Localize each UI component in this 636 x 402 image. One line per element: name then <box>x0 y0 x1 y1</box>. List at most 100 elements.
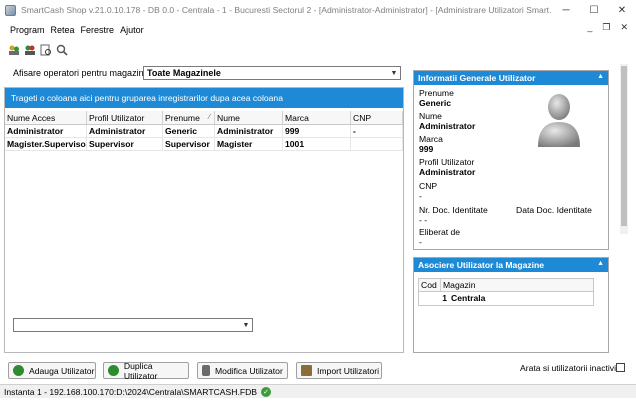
column-header-nume[interactable]: Nume <box>215 111 283 124</box>
table-row[interactable]: Magister.Supervisor Supervisor Superviso… <box>5 138 403 151</box>
search-icon[interactable] <box>56 44 68 56</box>
panel-scrollbar[interactable] <box>620 64 628 234</box>
stores-grid[interactable]: Cod Magazin 1 Centrala <box>418 278 594 306</box>
import-users-button[interactable]: Import Utilizatori <box>296 362 382 379</box>
column-header-prenume-label: Prenume <box>165 113 200 123</box>
stores-panel-header: Asociere Utilizator la Magazine ▲ <box>414 258 608 272</box>
cell-nume: Administrator <box>215 125 283 137</box>
nume-value: Administrator <box>419 121 476 131</box>
edit-user-button[interactable]: Modifica Utilizator <box>197 362 288 379</box>
grid-header: Nume Acces Profil Utilizator Prenume ⁄ Nu… <box>5 111 403 125</box>
mdi-minimize-button[interactable]: _ <box>587 22 592 33</box>
duplicate-icon <box>108 365 119 376</box>
prenume-label: Prenume <box>419 88 454 98</box>
duplicate-user-label: Duplica Utilizator <box>123 360 158 381</box>
users-grid[interactable]: Trageti o coloana aici pentru gruparea i… <box>4 87 404 353</box>
menu-ajutor[interactable]: Ajutor <box>117 25 147 35</box>
import-users-label: Import Utilizatori <box>317 365 380 376</box>
store-filter-value: Toate Magazinele <box>147 68 221 78</box>
nr-doc-label: Nr. Doc. Identitate <box>419 205 488 215</box>
window-title: SmartCash Shop v.21.0.10.178 - DB 0.0 - … <box>21 5 551 15</box>
grid-footer-combo[interactable]: ▼ <box>13 318 253 332</box>
menu-bar: Program Retea Ferestre Ajutor <box>0 21 636 38</box>
eliberat-label: Eliberat de <box>419 227 461 237</box>
minimize-button[interactable]: ─ <box>552 0 580 20</box>
cnp-label: CNP <box>419 181 438 191</box>
show-inactive-checkbox[interactable] <box>616 363 625 372</box>
cell-nume-acces: Magister.Supervisor <box>7 138 87 150</box>
cell-cnp: - <box>351 125 403 137</box>
user-info-panel-title: Informatii Generale Utilizator <box>418 73 536 83</box>
people-icon[interactable] <box>24 44 36 56</box>
cell-cod: 1 <box>442 293 447 303</box>
table-row[interactable]: 1 Centrala <box>419 292 593 305</box>
chevron-down-icon[interactable]: ▼ <box>388 67 400 79</box>
column-header-prenume[interactable]: Prenume ⁄ <box>163 111 215 124</box>
column-header-nume-acces[interactable]: Nume Acces <box>5 111 87 124</box>
toolbar <box>8 42 68 58</box>
status-bar: Instanta 1 - 192.168.100.170:D:\2024\Cen… <box>0 384 636 398</box>
marca-value: 999 <box>419 144 434 154</box>
stores-grid-header: Cod Magazin <box>419 279 593 292</box>
eliberat-value: - <box>419 237 422 247</box>
cell-profil: Supervisor <box>87 138 163 150</box>
import-icon <box>301 365 312 376</box>
collapse-icon[interactable]: ▲ <box>597 260 604 267</box>
cell-marca: 999 <box>283 125 351 137</box>
menu-program[interactable]: Program <box>7 25 48 35</box>
stores-panel-title: Asociere Utilizator la Magazine <box>418 260 545 270</box>
user-info-panel-header: Informatii Generale Utilizator ▲ <box>414 71 608 85</box>
add-user-button[interactable]: Adauga Utilizator <box>8 362 96 379</box>
cell-marca: 1001 <box>283 138 351 150</box>
data-doc-label: Data Doc. Identitate <box>516 205 592 215</box>
column-header-cnp[interactable]: CNP <box>351 111 403 124</box>
edit-icon <box>202 365 210 376</box>
cell-prenume: Generic <box>163 125 215 137</box>
table-row[interactable]: Administrator Administrator Generic Admi… <box>5 125 403 138</box>
user-avatar-icon <box>538 94 580 147</box>
sort-icon: ⁄ <box>208 114 210 121</box>
status-text: Instanta 1 - 192.168.100.170:D:\2024\Cen… <box>4 386 258 397</box>
column-header-marca[interactable]: Marca <box>283 111 351 124</box>
nr-doc-value: - - <box>419 215 428 225</box>
cell-prenume: Supervisor <box>163 138 215 150</box>
check-shield-icon: ✓ <box>261 386 272 397</box>
cell-nume-acces: Administrator <box>5 125 87 137</box>
stores-panel: Asociere Utilizator la Magazine ▲ Cod Ma… <box>413 257 609 353</box>
profil-value: Administrator <box>419 167 476 177</box>
cnp-value: - <box>419 191 422 201</box>
menu-ferestre[interactable]: Ferestre <box>78 25 118 35</box>
cell-cnp <box>351 138 403 150</box>
store-filter-combo[interactable]: Toate Magazinele ▼ <box>143 66 401 80</box>
show-inactive-label: Arata si utilizatorii inactivi <box>520 363 616 373</box>
group-by-bar[interactable]: Trageti o coloana aici pentru gruparea i… <box>5 88 403 108</box>
mdi-restore-button[interactable]: ❐ <box>602 22 610 33</box>
scrollbar-thumb[interactable] <box>621 66 627 226</box>
close-button[interactable]: ✕ <box>608 0 636 20</box>
edit-user-label: Modifica Utilizator <box>215 365 283 376</box>
app-icon <box>5 4 16 16</box>
nume-label: Nume <box>419 111 442 121</box>
cell-nume: Magister <box>215 138 283 150</box>
duplicate-user-button[interactable]: Duplica Utilizator <box>103 360 189 381</box>
column-header-magazin[interactable]: Magazin <box>441 279 593 291</box>
column-header-profil[interactable]: Profil Utilizator <box>87 111 163 124</box>
maximize-button[interactable]: ☐ <box>580 0 608 20</box>
store-filter-label: Afisare operatori pentru magazinul <box>13 68 151 78</box>
add-icon <box>13 365 24 376</box>
collapse-icon[interactable]: ▲ <box>597 73 604 80</box>
profil-label: Profil Utilizator <box>419 157 475 167</box>
marca-label: Marca <box>419 134 443 144</box>
cell-magazin: Centrala <box>451 293 486 303</box>
menu-retea[interactable]: Retea <box>48 25 78 35</box>
cell-profil: Administrator <box>87 125 163 137</box>
add-user-label: Adauga Utilizator <box>29 365 95 376</box>
chevron-down-icon[interactable]: ▼ <box>240 319 252 331</box>
document-search-icon[interactable] <box>40 44 52 56</box>
users-icon[interactable] <box>8 44 20 56</box>
title-bar: SmartCash Shop v.21.0.10.178 - DB 0.0 - … <box>0 0 636 20</box>
prenume-value: Generic <box>419 98 452 108</box>
column-header-cod[interactable]: Cod <box>419 279 441 291</box>
mdi-close-button[interactable]: ✕ <box>620 22 628 33</box>
user-info-panel: Informatii Generale Utilizator ▲ Prenume… <box>413 70 609 250</box>
